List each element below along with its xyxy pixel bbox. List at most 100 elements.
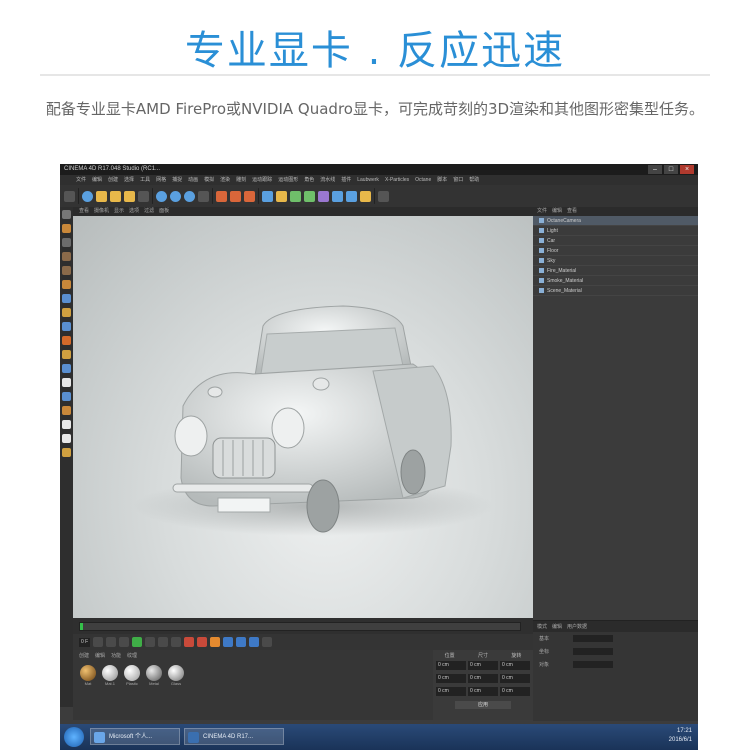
floor-icon[interactable] [332,190,343,202]
rig-icon[interactable] [62,406,71,415]
model-mode-icon[interactable] [62,210,71,219]
scale-icon[interactable] [110,190,121,202]
attribute-value-field[interactable] [573,635,613,642]
sculpt-mode-icon[interactable] [62,308,71,317]
object-menu-item[interactable]: 文件 [537,207,547,216]
solo-icon[interactable] [62,350,71,359]
recent-tool-icon[interactable] [138,190,149,202]
pen-icon[interactable] [276,190,287,202]
light-icon[interactable] [360,190,371,202]
attribute-menu-item[interactable]: 用户数据 [567,623,587,630]
current-frame-field[interactable]: 0 F [79,637,91,647]
menu-item[interactable]: 运动跟踪 [252,175,272,185]
object-row[interactable]: Sky [533,256,698,266]
viewport-menu-item[interactable]: 摄像机 [94,207,109,216]
rotate-icon[interactable] [124,190,135,202]
subdivision-icon[interactable] [290,190,301,202]
close-icon[interactable]: × [680,165,694,174]
maximize-icon[interactable]: □ [664,165,678,174]
lock-workplane-icon[interactable] [62,336,71,345]
coordinate-system-icon[interactable] [198,190,209,202]
menu-item[interactable]: 渲染 [220,175,230,185]
rotation-key-icon[interactable] [249,637,260,647]
menu-item[interactable]: 帮助 [469,175,479,185]
next-frame-icon[interactable] [145,637,156,647]
autokey-icon[interactable] [197,637,208,647]
object-row[interactable]: Scene_Material [533,286,698,296]
play-icon[interactable] [132,637,143,647]
sphere-icon[interactable] [62,420,71,429]
menu-item[interactable]: 网格 [156,175,166,185]
material-swatch[interactable]: Mat [79,665,97,691]
scale-key-icon[interactable] [236,637,247,647]
z-axis-icon[interactable] [184,190,195,202]
object-row[interactable]: Light [533,226,698,236]
coord-field[interactable]: 0 cm [468,661,498,670]
prev-key-icon[interactable] [106,637,117,647]
start-button[interactable] [64,727,84,747]
object-row[interactable]: Car [533,236,698,246]
object-row[interactable]: OctaneCamera [533,216,698,226]
menu-item[interactable]: 编辑 [92,175,102,185]
minimize-icon[interactable]: – [648,165,662,174]
object-row[interactable]: Floor [533,246,698,256]
object-menu-item[interactable]: 编辑 [552,207,562,216]
deformer-icon[interactable] [318,190,329,202]
coord-field[interactable]: 0 cm [468,674,498,683]
menu-item[interactable]: 模拟 [204,175,214,185]
viewport-menu-item[interactable]: 面板 [159,207,169,216]
render-picture-viewer-icon[interactable] [230,190,241,202]
goto-start-icon[interactable] [93,637,104,647]
menu-item[interactable]: Laubwerk [357,175,379,185]
position-key-icon[interactable] [223,637,234,647]
menu-item[interactable]: 雕刻 [236,175,246,185]
object-row[interactable]: Fire_Material [533,266,698,276]
menu-item[interactable]: 流水线 [320,175,335,185]
undo-icon[interactable] [64,190,75,202]
tweak-icon[interactable] [62,364,71,373]
axis-mode-icon[interactable] [62,294,71,303]
menu-item[interactable]: 工具 [140,175,150,185]
polygons-mode-icon[interactable] [62,280,71,289]
timeline[interactable] [73,618,533,634]
workplane-icon[interactable] [62,238,71,247]
material-swatch[interactable]: Glass [167,665,185,691]
system-tray-clock[interactable]: 17:21 2016/6/1 [669,727,692,745]
menu-item[interactable]: 捕捉 [172,175,182,185]
menu-item[interactable]: 角色 [304,175,314,185]
menu-item[interactable]: 选择 [124,175,134,185]
coord-field[interactable]: 0 cm [436,661,466,670]
viewport-menu-item[interactable]: 过滤 [144,207,154,216]
array-icon[interactable] [304,190,315,202]
next-key-icon[interactable] [158,637,169,647]
material-menu-item[interactable]: 编辑 [95,652,105,659]
goto-end-icon[interactable] [171,637,182,647]
move-icon[interactable] [96,190,107,202]
material-swatch[interactable]: Metal [145,665,163,691]
live-select-icon[interactable] [82,190,93,202]
attribute-menu-item[interactable]: 模式 [537,623,547,630]
taskbar-item[interactable]: CINEMA 4D R17... [184,728,284,745]
brush-icon[interactable] [62,448,71,457]
paint-icon[interactable] [62,434,71,443]
menu-item[interactable]: 创建 [108,175,118,185]
menu-item[interactable]: 动画 [188,175,198,185]
coord-field[interactable]: 0 cm [500,661,530,670]
attribute-menu-item[interactable]: 编辑 [552,623,562,630]
material-menu-item[interactable]: 功能 [111,652,121,659]
viewport-menu-item[interactable]: 选项 [129,207,139,216]
menu-item[interactable]: 窗口 [453,175,463,185]
render-settings-icon[interactable] [244,190,255,202]
coord-field[interactable]: 0 cm [436,687,466,696]
menu-item[interactable]: X-Particles [385,175,409,185]
viewport-menu-item[interactable]: 查看 [79,207,89,216]
apply-button[interactable]: 应用 [455,701,511,709]
texture-mode-icon[interactable] [62,224,71,233]
edges-mode-icon[interactable] [62,266,71,275]
viewport-menu-item[interactable]: 显示 [114,207,124,216]
material-menu-item[interactable]: 纹理 [127,652,137,659]
y-axis-icon[interactable] [170,190,181,202]
3d-viewport[interactable] [73,216,533,618]
xpresso-icon[interactable] [62,392,71,401]
camera-icon[interactable] [346,190,357,202]
